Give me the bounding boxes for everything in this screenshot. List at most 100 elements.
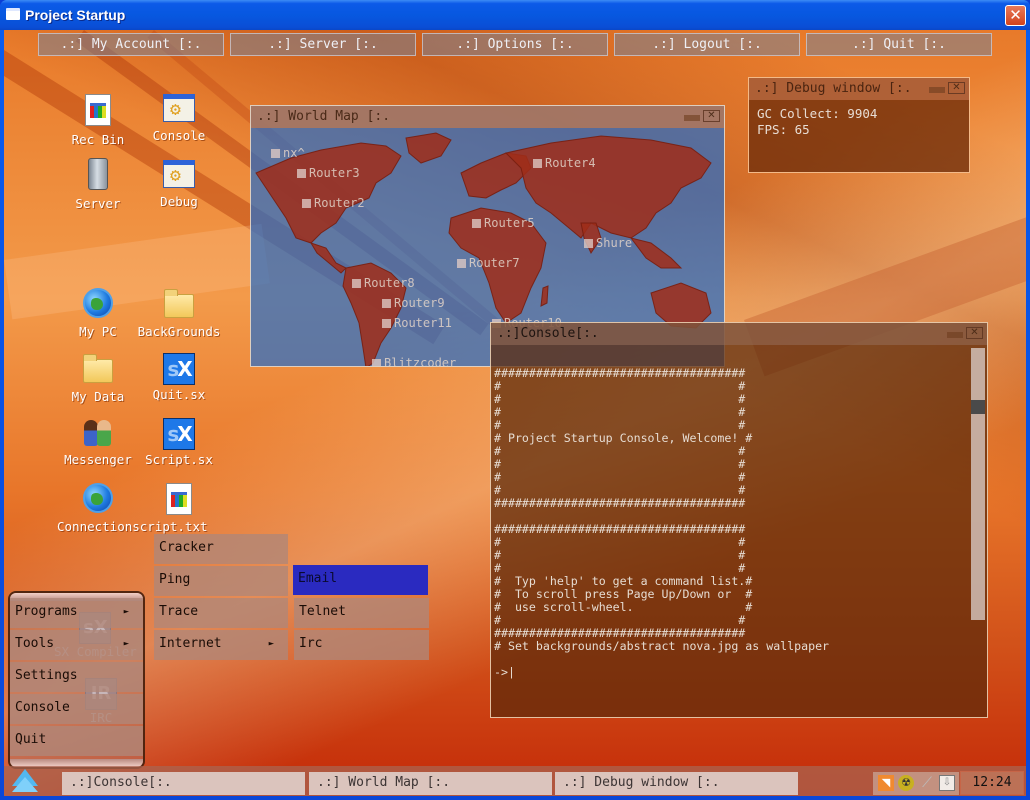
desktop-icon-my-data[interactable]: My Data <box>53 353 143 404</box>
console-window: .:]Console[:. ✕ ########################… <box>490 322 988 718</box>
minimize-button[interactable] <box>947 332 963 338</box>
document-icon <box>85 94 111 126</box>
desktop-icon-backgrounds[interactable]: BackGrounds <box>134 288 224 339</box>
desktop-icon-text-file[interactable] <box>134 483 224 519</box>
desktop-icon-script-sx[interactable]: sX Script.sx <box>134 418 224 467</box>
inbox-icon[interactable]: ⇩ <box>939 775 955 791</box>
folder-icon <box>164 289 194 318</box>
menu-label: Email <box>298 571 338 586</box>
menu-item-internet[interactable]: Internet ► <box>154 630 288 660</box>
menu-item-tools[interactable]: Tools ► <box>10 630 143 660</box>
sx-script-icon: sX <box>163 353 195 385</box>
paperclip-icon[interactable]: ⟋ <box>919 775 935 791</box>
menu-label: Telnet <box>299 604 346 619</box>
server-icon <box>88 158 108 190</box>
desktop-icon-console[interactable]: Console <box>134 94 224 143</box>
debug-title: .:] Debug window [:. <box>755 81 912 96</box>
menu-label: Tools <box>15 636 55 651</box>
router-node[interactable]: Blitzcoder <box>372 356 456 366</box>
app-window-icon <box>163 94 195 122</box>
rss-icon[interactable]: ◥ <box>878 775 894 791</box>
icon-label: My PC <box>79 324 117 339</box>
close-button[interactable]: ✕ <box>966 327 983 339</box>
console-output[interactable]: #################################### # # #… <box>494 345 969 717</box>
menu-item-telnet[interactable]: Telnet <box>294 598 429 628</box>
router-node[interactable]: nx^ <box>271 146 305 160</box>
desktop-icon-debug[interactable]: Debug <box>134 160 224 209</box>
logout-button[interactable]: .:] Logout [:. <box>614 33 800 56</box>
menu-item-cracker[interactable]: Cracker <box>154 534 288 564</box>
console-prompt[interactable]: ->| <box>494 666 969 679</box>
router-node[interactable]: Router8 <box>352 276 415 290</box>
my-account-button[interactable]: .:] My Account [:. <box>38 33 224 56</box>
menu-item-ping[interactable]: Ping <box>154 566 288 596</box>
console-line: # Set backgrounds/abstract nova.jpg as w… <box>494 639 830 653</box>
taskbar-task-world-map[interactable]: .:] World Map [:. <box>309 772 552 795</box>
menu-label: Quit <box>15 732 47 747</box>
icon-label: Server <box>75 196 121 211</box>
options-button[interactable]: .:] Options [:. <box>422 33 608 56</box>
desktop-icon-server[interactable]: Server <box>53 158 143 211</box>
node-marker <box>584 239 593 248</box>
menu-label: Console <box>15 700 70 715</box>
router-node[interactable]: Router7 <box>457 256 520 270</box>
icon-label: Rec Bin <box>71 132 125 147</box>
node-marker <box>297 169 306 178</box>
server-button[interactable]: .:] Server [:. <box>230 33 416 56</box>
southeast-asia <box>629 237 683 269</box>
desktop-icon-quit-sx[interactable]: sX Quit.sx <box>134 353 224 402</box>
console-title: .:]Console[:. <box>497 326 599 341</box>
menu-label: Settings <box>15 668 78 683</box>
menu-item-console[interactable]: Console <box>10 694 143 724</box>
close-button[interactable]: ✕ <box>948 82 965 94</box>
desktop-icon-connectionscript[interactable]: Connectionscript.txt <box>53 483 208 534</box>
desktop-icon-my-pc[interactable]: My PC <box>53 288 143 339</box>
start-button[interactable] <box>10 769 38 793</box>
menu-item-irc[interactable]: Irc <box>294 630 429 660</box>
router-node[interactable]: Router2 <box>302 196 365 210</box>
start-triangle-icon <box>12 777 38 792</box>
router-node[interactable]: Router5 <box>472 216 535 230</box>
router-node[interactable]: Router4 <box>533 156 596 170</box>
router-node[interactable]: Router11 <box>382 316 452 330</box>
menu-item-settings[interactable]: Settings <box>10 662 143 692</box>
clock: 12:24 <box>960 771 1024 795</box>
desktop-icon-messenger[interactable]: Messenger <box>53 418 143 467</box>
taskbar-task-debug-window[interactable]: .:] Debug window [:. <box>555 772 798 795</box>
node-marker <box>372 359 381 366</box>
node-marker <box>382 299 391 308</box>
window-icon <box>6 8 20 20</box>
gc-collect-readout: GC Collect: 9904 <box>757 106 878 121</box>
console-scrollbar[interactable] <box>971 348 985 620</box>
router-label: Router4 <box>545 156 596 170</box>
title-bar[interactable]: Project Startup ✕ <box>0 0 1030 30</box>
submenu-arrow-icon: ► <box>123 639 129 649</box>
icon-label: Quit.sx <box>152 387 206 402</box>
menu-item-trace[interactable]: Trace <box>154 598 288 628</box>
world-map-title-bar[interactable]: .:] World Map [:. ✕ <box>251 106 724 128</box>
submenu-arrow-icon: ► <box>123 607 129 617</box>
minimize-button[interactable] <box>929 87 945 93</box>
menu-label: Irc <box>299 636 323 651</box>
router-node[interactable]: Router3 <box>297 166 360 180</box>
close-button[interactable]: ✕ <box>1005 5 1026 26</box>
desktop-icon-rec-bin[interactable]: Rec Bin <box>53 94 143 147</box>
router-label: Router9 <box>394 296 445 310</box>
minimize-button[interactable] <box>684 115 700 121</box>
close-button[interactable]: ✕ <box>703 110 720 122</box>
icon-label: Connectionscript.txt <box>57 519 208 534</box>
radiation-icon[interactable]: ☢ <box>898 775 914 791</box>
router-node[interactable]: Shure <box>584 236 632 250</box>
icon-label: Debug <box>160 194 198 209</box>
menu-item-programs[interactable]: Programs ► <box>10 598 143 628</box>
debug-title-bar[interactable]: .:] Debug window [:. ✕ <box>749 78 969 100</box>
scrollbar-thumb[interactable] <box>971 400 985 414</box>
menu-item-email[interactable]: Email <box>293 565 428 595</box>
quit-button[interactable]: .:] Quit [:. <box>806 33 992 56</box>
router-node[interactable]: Router9 <box>382 296 445 310</box>
console-title-bar[interactable]: .:]Console[:. ✕ <box>491 323 987 345</box>
asia <box>505 135 712 239</box>
menu-item-quit[interactable]: Quit <box>10 726 143 756</box>
taskbar-task-console[interactable]: .:]Console[:. <box>62 772 305 795</box>
node-marker <box>382 319 391 328</box>
